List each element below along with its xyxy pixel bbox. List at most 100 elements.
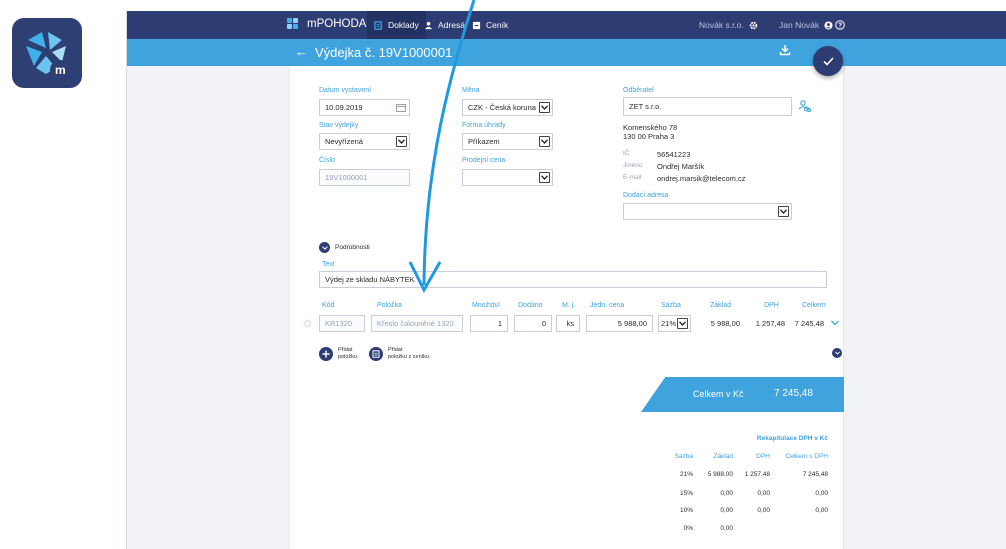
details-toggle-label: Podrobnosti xyxy=(335,244,370,251)
calendar-icon[interactable] xyxy=(396,103,406,112)
svg-text:m: m xyxy=(55,63,66,77)
chevron-down-icon xyxy=(778,206,789,217)
nav-tab-label: Doklady xyxy=(388,20,419,30)
text-input[interactable]: Výdej ze skladu NÁBYTEK xyxy=(319,271,827,288)
col-celkem: Celkem xyxy=(802,302,826,309)
stav-label: Stav výdejky xyxy=(319,122,359,129)
polozka-input[interactable]: Křeslo čalouněné 1320 xyxy=(371,315,463,332)
company-switcher[interactable]: Novák s.r.o. xyxy=(699,11,758,39)
chevron-down-icon xyxy=(539,102,550,113)
cena-input[interactable]: 5 988,00 xyxy=(586,315,653,332)
plus-icon xyxy=(322,350,330,358)
recap-zaklad: 0,00 xyxy=(720,525,733,532)
odberatel-label: Odběratel xyxy=(623,87,654,94)
mena-label: Měna xyxy=(462,87,480,94)
collapse-items-button[interactable] xyxy=(832,348,842,358)
stav-select[interactable]: Nevyřízená xyxy=(319,133,410,150)
recap-sazba: 0% xyxy=(683,525,693,532)
kod-value: KR1320 xyxy=(325,319,353,328)
forma-select[interactable]: Příkazem xyxy=(462,133,553,150)
email-label: E-mail xyxy=(623,174,642,181)
recap-celkem: 7 245,48 xyxy=(802,471,828,478)
add-item-button[interactable] xyxy=(319,347,333,361)
odberatel-value: ZET s.r.o. xyxy=(629,102,662,111)
link-contacts-icon[interactable] xyxy=(797,99,811,113)
col-polozka: Položka xyxy=(377,302,402,309)
dodano-value: 0 xyxy=(541,319,546,328)
nav-tab-cenik[interactable]: Ceník xyxy=(465,11,515,39)
mena-value: CZK - Česká koruna xyxy=(468,103,536,112)
top-navigation-bar: mPOHODA Doklady Adresář Ceník Novák s.r.… xyxy=(127,11,1006,39)
email-value: ondrej.marsik@telecom.cz xyxy=(657,174,746,183)
dodano-input[interactable]: 0 xyxy=(514,315,552,332)
zaklad-value: 5 988,00 xyxy=(710,319,740,328)
app-window: mPOHODA Doklady Adresář Ceník Novák s.r.… xyxy=(126,11,1006,549)
recap-col-dph: DPH xyxy=(756,453,770,460)
polozka-value: Křeslo čalouněné 1320 xyxy=(377,319,454,328)
odberatel-input[interactable]: ZET s.r.o. xyxy=(623,97,792,116)
brand-name: mPOHODA xyxy=(307,18,367,30)
ic-label: IČ xyxy=(623,150,630,157)
chevron-down-icon xyxy=(321,245,328,250)
nav-tab-label: Ceník xyxy=(486,20,509,30)
recap-col-zaklad: Základ xyxy=(713,453,733,460)
ic-value: 56541223 xyxy=(657,150,691,159)
back-arrow-icon[interactable]: ← xyxy=(295,44,308,59)
download-icon[interactable] xyxy=(779,44,791,56)
recap-title: Rekapitulace DPH v Kč xyxy=(756,435,828,442)
celkem-value: 7 245,48 xyxy=(794,319,824,328)
cena-value: 5 988,00 xyxy=(617,319,647,328)
save-button[interactable] xyxy=(813,46,843,76)
recap-dph: 0,00 xyxy=(757,507,770,514)
expand-row-chevron-icon[interactable] xyxy=(831,320,839,326)
total-banner: Celkem v Kč 7 245,48 xyxy=(641,377,844,412)
col-kod: Kód xyxy=(322,302,335,309)
document-title: Výdejka č. 19V1000001 xyxy=(315,45,453,60)
recap-zaklad: 0,00 xyxy=(720,490,733,497)
user-menu[interactable]: Jan Novák xyxy=(779,11,833,39)
brand[interactable]: mPOHODA xyxy=(287,18,366,30)
mj-input[interactable]: ks xyxy=(556,315,580,332)
address-line-2: 130 00 Praha 3 xyxy=(623,132,675,141)
forma-label: Forma úhrady xyxy=(462,122,506,129)
help-button[interactable] xyxy=(835,11,845,39)
datum-value: 10.09.2019 xyxy=(325,103,363,112)
recap-dph: 1 257,48 xyxy=(744,471,770,478)
col-zaklad: Základ xyxy=(710,302,732,309)
mena-select[interactable]: CZK - Česká koruna xyxy=(462,99,553,116)
recap-dph: 0,00 xyxy=(757,490,770,497)
document-form-card: Datum vystavení 10.09.2019 Stav výdejky … xyxy=(289,66,844,549)
total-label: Celkem v Kč xyxy=(693,389,744,399)
datum-input[interactable]: 10.09.2019 xyxy=(319,99,410,116)
pricelist-icon xyxy=(472,21,481,29)
col-sazba: Sazba xyxy=(661,302,681,309)
col-mj: M. j. xyxy=(562,302,576,309)
recap-zaklad: 0,00 xyxy=(720,507,733,514)
add-from-pricelist-label: Přidat položku z ceníku xyxy=(388,347,429,361)
add-from-pricelist-label-line1: Přidat xyxy=(388,347,403,353)
dodaci-select[interactable] xyxy=(623,203,792,220)
kod-input[interactable]: KR1320 xyxy=(319,315,365,332)
prodejni-select[interactable] xyxy=(462,169,553,186)
chevron-down-icon xyxy=(396,136,407,147)
chevron-down-icon xyxy=(539,136,550,147)
forma-value: Příkazem xyxy=(468,137,500,146)
mnozstvi-value: 1 xyxy=(497,319,502,328)
nav-tab-label: Adresář xyxy=(438,20,468,30)
mnozstvi-input[interactable]: 1 xyxy=(470,315,508,332)
col-dph: DPH xyxy=(764,302,779,309)
company-name: Novák s.r.o. xyxy=(699,20,744,30)
details-toggle-button[interactable] xyxy=(319,242,330,253)
remove-row-icon[interactable] xyxy=(303,319,312,328)
add-item-label: Přidat položku xyxy=(338,347,357,361)
add-item-label-line2: položku xyxy=(338,354,357,360)
chevron-down-icon xyxy=(539,172,550,183)
text-label: Text xyxy=(322,261,335,268)
cislo-input[interactable]: 19V1000001 xyxy=(319,169,410,186)
sazba-select[interactable]: 21% xyxy=(658,315,691,332)
add-from-pricelist-button[interactable] xyxy=(369,347,383,361)
recap-col-celkem: Celkem s DPH xyxy=(785,453,828,460)
address-line-1: Komenského 78 xyxy=(623,123,678,132)
cislo-label: Číslo xyxy=(319,157,335,164)
recap-zaklad: 5 988,00 xyxy=(707,471,733,478)
